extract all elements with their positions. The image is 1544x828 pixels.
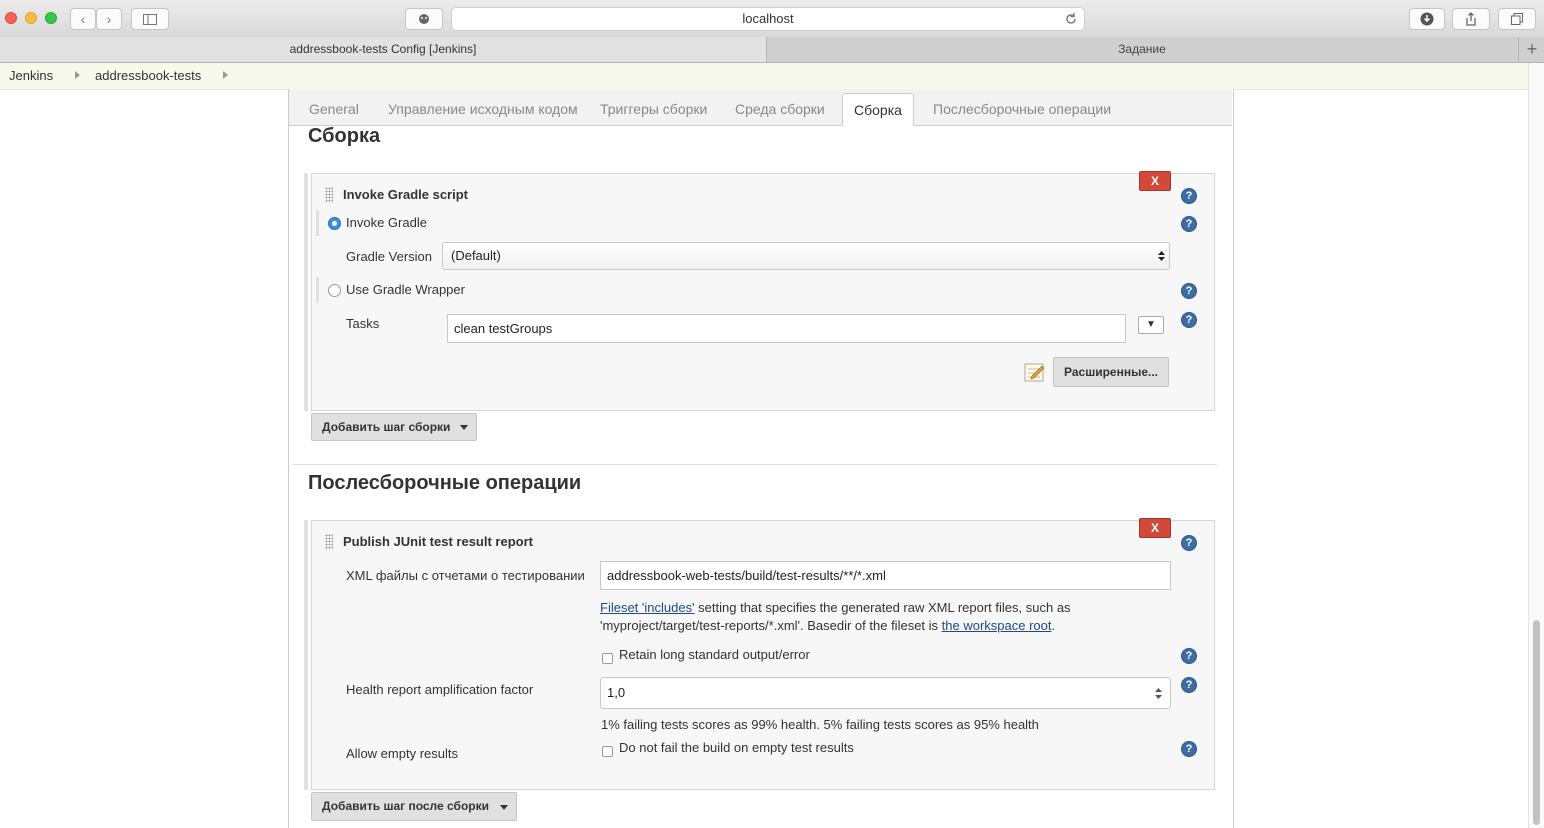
tab-general[interactable]: General — [309, 101, 359, 117]
breadcrumb-job[interactable]: addressbook-tests — [95, 68, 201, 83]
select-arrows-icon — [1158, 251, 1165, 261]
no-fail-empty-label: Do not fail the build on empty test resu… — [619, 740, 854, 755]
gradle-step-title: Invoke Gradle script — [343, 187, 468, 202]
address-bar[interactable]: localhost — [451, 7, 1085, 31]
help-icon[interactable]: ? — [1181, 648, 1197, 664]
add-build-step-button[interactable]: Добавить шаг сборки — [311, 413, 477, 441]
retain-output-checkbox[interactable] — [602, 653, 613, 664]
zoom-window-button[interactable] — [45, 12, 57, 24]
browser-tab-zadanie[interactable]: Задание — [767, 37, 1517, 62]
new-tab-plus-icon[interactable]: + — [1518, 37, 1544, 62]
forward-icon[interactable]: › — [96, 8, 122, 30]
tasks-label: Tasks — [346, 316, 380, 331]
help-icon[interactable]: ? — [1181, 312, 1197, 328]
breadcrumb-jenkins[interactable]: Jenkins — [9, 68, 53, 83]
downloads-icon[interactable] — [1409, 8, 1445, 30]
tasks-expand-dropdown-icon[interactable]: ▼ — [1138, 316, 1164, 334]
help-icon[interactable]: ? — [1181, 283, 1197, 299]
reload-icon[interactable] — [1064, 12, 1078, 26]
xml-reports-input[interactable]: addressbook-web-tests/build/test-results… — [600, 561, 1171, 590]
caret-down-icon — [500, 805, 508, 810]
delete-gradle-step-button[interactable]: X — [1139, 171, 1171, 191]
desc-text: . — [1051, 618, 1056, 633]
use-gradle-wrapper-radio[interactable] — [328, 284, 341, 297]
drag-handle-icon[interactable] — [325, 187, 333, 203]
tasks-input[interactable]: clean testGroups — [447, 314, 1126, 343]
use-gradle-wrapper-label: Use Gradle Wrapper — [346, 282, 465, 297]
browser-toolbar: ‹ › localhost — [0, 0, 1544, 38]
drag-handle-icon[interactable] — [325, 534, 333, 550]
xml-reports-label: XML файлы с отчетами о тестировании — [346, 568, 585, 583]
close-window-button[interactable] — [5, 12, 17, 24]
help-icon[interactable]: ? — [1181, 741, 1197, 757]
scrollbar-thumb[interactable] — [1533, 620, 1540, 825]
help-icon[interactable]: ? — [1181, 188, 1197, 204]
desc-text: 'myproject/target/test-reports/*.xml'. B… — [600, 618, 942, 633]
fileset-includes-link[interactable]: Fileset 'includes' — [600, 600, 695, 615]
build-section-title: Сборка — [308, 125, 381, 147]
desc-text: setting that specifies the generated raw… — [694, 600, 1071, 615]
url-text: localhost — [742, 11, 794, 26]
caret-down-icon — [460, 425, 468, 430]
invoke-gradle-label: Invoke Gradle — [346, 215, 427, 230]
sidebar-icon — [143, 14, 157, 25]
breadcrumb-arrow-icon[interactable] — [223, 71, 228, 79]
health-factor-description: 1% failing tests scores as 99% health. 5… — [601, 717, 1039, 732]
gradle-version-label: Gradle Version — [346, 249, 432, 264]
tab-environment[interactable]: Среда сборки — [735, 101, 825, 117]
sidebar-toggle-icon[interactable] — [131, 8, 169, 30]
allow-empty-label: Allow empty results — [346, 746, 458, 761]
tabs-overview-icon[interactable] — [1498, 8, 1536, 30]
help-icon[interactable]: ? — [1181, 216, 1197, 232]
help-icon[interactable]: ? — [1181, 677, 1197, 693]
xml-reports-description: Fileset 'includes' setting that specifie… — [600, 599, 1160, 635]
tab-triggers[interactable]: Триггеры сборки — [600, 101, 707, 117]
health-factor-value: 1,0 — [607, 685, 626, 700]
download-arrow-icon — [1420, 12, 1434, 26]
retain-output-label: Retain long standard output/error — [619, 647, 810, 662]
privacy-icon[interactable] — [405, 8, 443, 30]
delete-junit-step-button[interactable]: X — [1139, 518, 1171, 538]
health-factor-label: Health report amplification factor — [346, 682, 534, 697]
help-icon[interactable]: ? — [1181, 535, 1197, 551]
browser-tab-jenkins-config[interactable]: addressbook-tests Config [Jenkins] — [0, 37, 767, 62]
breadcrumb: Jenkins addressbook-tests — [0, 63, 1528, 90]
add-build-step-label: Добавить шаг сборки — [322, 420, 451, 434]
share-icon[interactable] — [1452, 8, 1490, 30]
no-fail-empty-checkbox[interactable] — [602, 746, 613, 757]
section-divider — [293, 464, 1217, 465]
tab-label: Задание — [1118, 42, 1166, 56]
tabs-icon — [1511, 13, 1523, 25]
health-factor-input[interactable]: 1,0 — [600, 677, 1171, 709]
tab-label: addressbook-tests Config [Jenkins] — [289, 42, 477, 56]
advanced-button[interactable]: Расширенные... — [1053, 357, 1169, 387]
add-post-build-step-button[interactable]: Добавить шаг после сборки — [311, 792, 517, 821]
post-build-section-title: Послесборочные операции — [308, 472, 582, 494]
browser-tab-bar: addressbook-tests Config [Jenkins] Задан… — [0, 37, 1544, 63]
step-left-bar — [304, 520, 308, 790]
tab-post-build[interactable]: Послесборочные операции — [933, 101, 1111, 117]
back-icon[interactable]: ‹ — [70, 8, 96, 30]
breadcrumb-arrow-icon[interactable] — [75, 71, 80, 79]
radio-group-bar — [316, 210, 319, 236]
add-post-build-step-label: Добавить шаг после сборки — [322, 799, 489, 813]
radio-group-bar — [316, 277, 319, 303]
config-tabs: General Управление исходным кодом Тригге… — [289, 89, 1232, 126]
workspace-root-link[interactable]: the workspace root — [942, 618, 1052, 633]
tab-build[interactable]: Сборка — [842, 93, 914, 126]
ghost-icon — [419, 14, 429, 24]
notepad-icon[interactable] — [1024, 361, 1046, 383]
tab-scm[interactable]: Управление исходным кодом — [388, 101, 578, 117]
junit-step-title: Publish JUnit test result report — [343, 534, 533, 549]
gradle-version-select[interactable]: (Default) — [442, 242, 1170, 270]
share-arrow-icon — [1466, 12, 1476, 26]
minimize-window-button[interactable] — [25, 12, 37, 24]
stepper-icon[interactable] — [1155, 687, 1162, 700]
step-left-bar — [304, 173, 308, 411]
invoke-gradle-radio[interactable] — [328, 217, 341, 230]
gradle-version-value: (Default) — [451, 248, 501, 263]
